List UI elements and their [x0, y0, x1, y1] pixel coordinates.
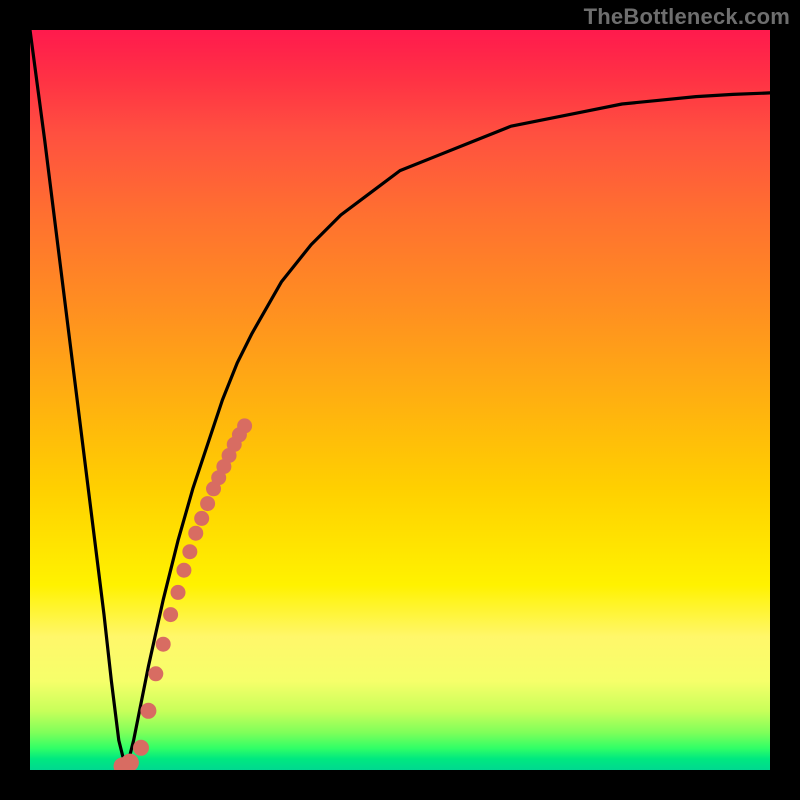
plot-area: [30, 30, 770, 770]
chart-svg: [30, 30, 770, 770]
chart-frame: TheBottleneck.com: [0, 0, 800, 800]
highlight-dot: [156, 637, 171, 652]
highlight-dot: [171, 585, 186, 600]
highlight-dot: [133, 740, 149, 756]
highlight-dot: [188, 526, 203, 541]
highlight-dot: [163, 607, 178, 622]
watermark-text: TheBottleneck.com: [584, 4, 790, 30]
highlight-dot: [176, 563, 191, 578]
highlight-dot: [140, 703, 156, 719]
highlight-dot: [148, 666, 163, 681]
highlight-dot: [200, 496, 215, 511]
highlight-dots-group: [114, 418, 253, 770]
highlight-dot: [194, 511, 209, 526]
highlight-dot: [237, 418, 252, 433]
bottleneck-curve: [30, 30, 770, 770]
highlight-dot: [182, 544, 197, 559]
